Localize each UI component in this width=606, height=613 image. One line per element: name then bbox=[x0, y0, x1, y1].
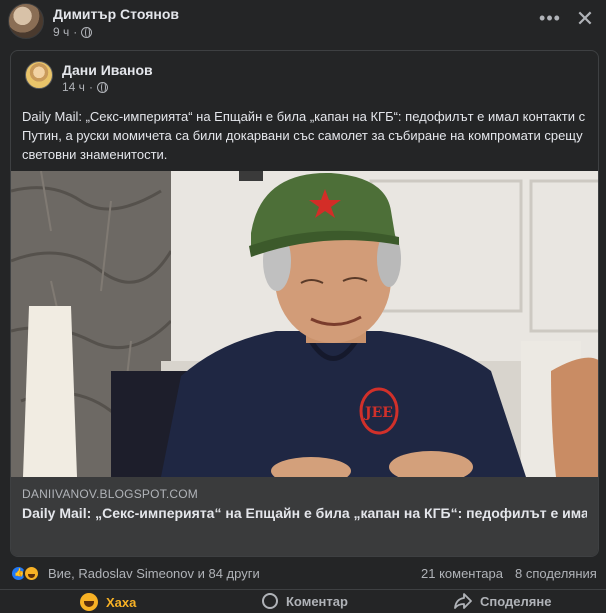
globe-icon bbox=[81, 26, 93, 38]
shared-author-avatar[interactable] bbox=[25, 61, 53, 89]
comment-icon bbox=[262, 593, 278, 609]
close-button[interactable]: ✕ bbox=[572, 6, 598, 32]
author-avatar[interactable] bbox=[8, 3, 44, 39]
share-button[interactable]: Споделяне bbox=[454, 593, 551, 609]
separator-dot: · bbox=[73, 25, 78, 39]
globe-icon bbox=[96, 81, 108, 93]
link-title[interactable]: Daily Mail: „Секс-империята“ на Епщайн е… bbox=[22, 504, 587, 523]
share-label: Споделяне bbox=[480, 593, 552, 609]
share-icon bbox=[454, 593, 472, 609]
comment-label: Коментар bbox=[286, 593, 348, 609]
link-domain: DANIIVANOV.BLOGSPOT.COM bbox=[22, 487, 198, 501]
shared-author-name[interactable]: Дани Иванов bbox=[62, 62, 153, 78]
sweater-monogram: JEE bbox=[363, 405, 393, 421]
shares-count[interactable]: 8 споделяния bbox=[515, 566, 597, 581]
post-actions: Хаха Коментар Споделяне bbox=[0, 589, 606, 613]
shared-post-text: Daily Mail: „Секс-империята“ на Епщайн е… bbox=[22, 109, 586, 162]
reaction-names[interactable]: Вие, Radoslav Simeonov и 84 други bbox=[48, 566, 260, 581]
author-name[interactable]: Димитър Стоянов bbox=[53, 6, 179, 22]
reaction-icons[interactable] bbox=[10, 565, 40, 582]
post-time[interactable]: 9 ч bbox=[53, 25, 69, 39]
haha-reaction-icon bbox=[23, 565, 40, 582]
shared-post-time[interactable]: 14 ч bbox=[62, 80, 85, 94]
haha-button[interactable]: Хаха bbox=[80, 593, 136, 611]
haha-label: Хаха bbox=[106, 594, 137, 610]
shared-post-meta: 14 ч · bbox=[62, 80, 108, 94]
more-options-button[interactable]: ••• bbox=[538, 8, 562, 32]
shared-post[interactable]: Дани Иванов 14 ч · Daily Mail: „Секс-имп… bbox=[10, 50, 599, 557]
link-preview[interactable]: DANIIVANOV.BLOGSPOT.COM Daily Mail: „Сек… bbox=[11, 477, 598, 556]
post-photo[interactable]: JEE i bbox=[11, 171, 598, 477]
post-stats: Вие, Radoslav Simeonov и 84 други 21 ком… bbox=[0, 562, 606, 588]
post-meta: 9 ч · bbox=[53, 25, 93, 39]
comments-count[interactable]: 21 коментара bbox=[421, 566, 503, 581]
separator-dot: · bbox=[88, 80, 93, 94]
comment-button[interactable]: Коментар bbox=[262, 593, 348, 609]
photo-illustration: JEE bbox=[11, 171, 598, 477]
haha-icon bbox=[80, 593, 98, 611]
post-header: Димитър Стоянов 9 ч · ••• ✕ bbox=[0, 0, 606, 44]
